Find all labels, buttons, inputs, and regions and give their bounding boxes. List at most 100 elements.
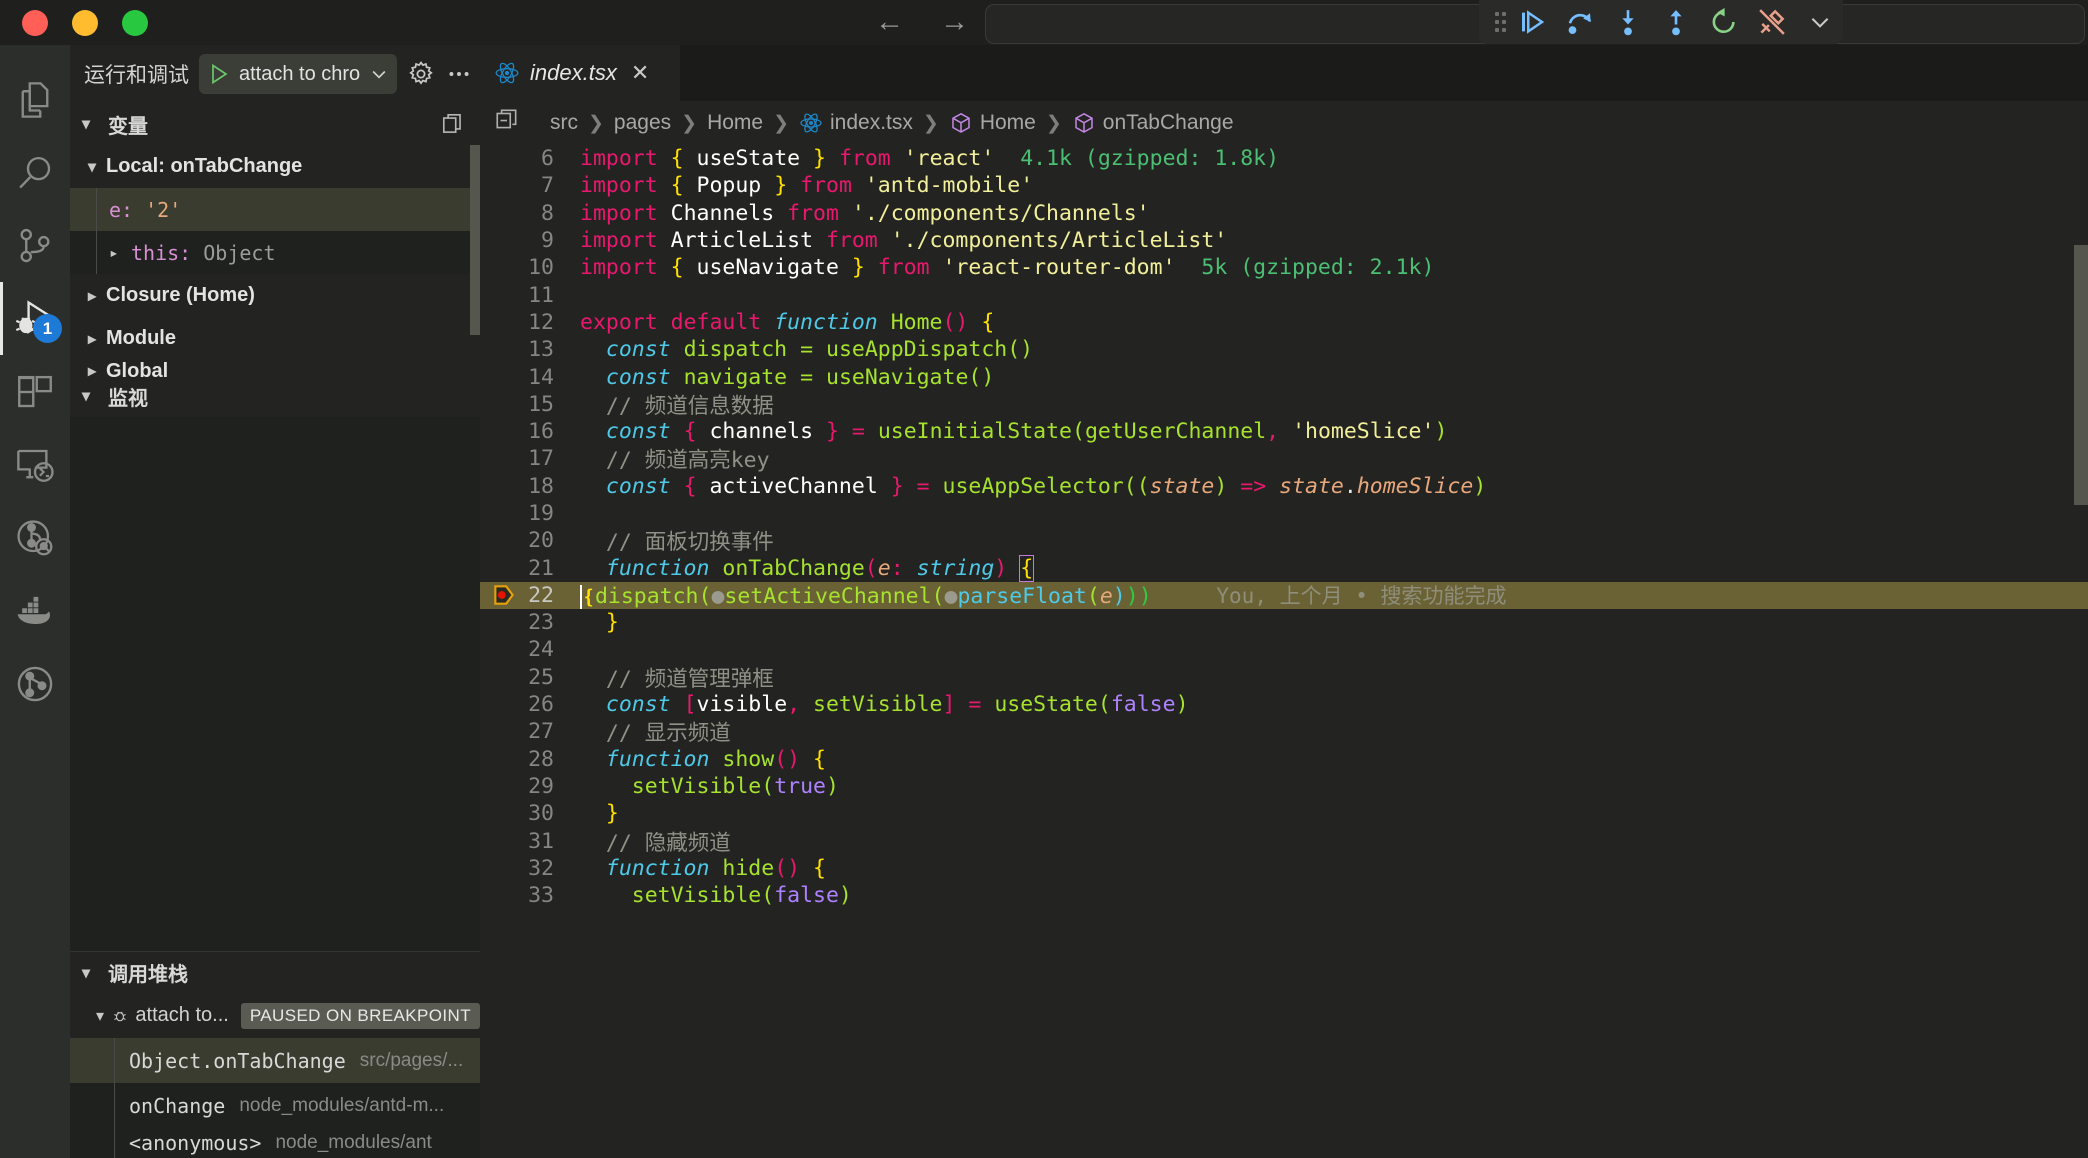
activity-item-search[interactable]: [0, 136, 70, 209]
launch-configuration-select[interactable]: attach to chro: [199, 54, 397, 94]
activity-item-source-control[interactable]: [0, 209, 70, 282]
callstack-tree[interactable]: ▾ attach to... PAUSED ON BREAKPOINT Obje…: [70, 993, 480, 1158]
code-line[interactable]: 20 // 面板切换事件: [480, 527, 2088, 555]
navigate-forward-icon[interactable]: →: [940, 8, 969, 37]
code-line-current[interactable]: 22 ❴dispatch(●setActiveChannel(●parseFloa…: [480, 581, 2088, 610]
close-window-button[interactable]: [22, 9, 48, 36]
code-line[interactable]: 9 import ArticleList from './components/A…: [480, 227, 2088, 254]
callstack-session-row[interactable]: ▾ attach to... PAUSED ON BREAKPOINT: [70, 993, 480, 1038]
copy-icon: [442, 113, 461, 133]
scope-label: Closure (Home): [106, 284, 255, 306]
line-number: 28: [528, 746, 554, 772]
code-line[interactable]: 31 // 隐藏频道: [480, 827, 2088, 856]
chevron-right-icon[interactable]: ▸: [109, 243, 127, 262]
line-number: 29: [528, 773, 554, 799]
code-line[interactable]: 27 // 显示频道: [480, 718, 2088, 746]
line-content: // 隐藏频道: [580, 830, 731, 856]
line-number: 21: [528, 555, 554, 581]
variables-section-header[interactable]: ▾ 变量: [70, 103, 480, 145]
breakpoint-marker[interactable]: [484, 582, 524, 608]
code-line[interactable]: 25 // 频道管理弹框: [480, 664, 2088, 692]
code-line[interactable]: 19: [480, 500, 2088, 527]
activity-item-remote-explorer[interactable]: [0, 428, 70, 501]
debug-step-into-button[interactable]: [1605, 0, 1651, 44]
activity-item-git-lens[interactable]: [0, 647, 70, 720]
code-editor[interactable]: 6 import { useState } from 'react' 4.1k (…: [480, 145, 2088, 1158]
line-content: import { useState } from 'react' 4.1k (g…: [580, 146, 1280, 172]
variables-scrollbar[interactable]: [470, 145, 480, 335]
split-editor-icon[interactable]: [494, 107, 520, 139]
debug-continue-button[interactable]: [1509, 0, 1555, 44]
code-line[interactable]: 30 }: [480, 800, 2088, 827]
breadcrumb-item-src[interactable]: src: [550, 111, 578, 135]
code-line[interactable]: 23 }: [480, 609, 2088, 636]
activity-item-git-graph[interactable]: [0, 501, 70, 574]
code-line[interactable]: 18 const { activeChannel } = useAppSelec…: [480, 473, 2088, 500]
breadcrumb-item-home-folder[interactable]: Home: [707, 111, 763, 135]
debug-disconnect-button[interactable]: [1749, 0, 1795, 44]
activity-item-docker[interactable]: [0, 574, 70, 647]
debug-restart-button[interactable]: [1701, 0, 1747, 44]
callstack-section-header[interactable]: ▾ 调用堆栈: [70, 951, 480, 993]
continue-icon: [1522, 10, 1545, 34]
debug-toolbar[interactable]: [1479, 0, 1843, 44]
debug-step-out-button[interactable]: [1653, 0, 1699, 44]
line-content: import Channels from './components/Chann…: [580, 200, 1150, 226]
watch-list-empty[interactable]: [70, 417, 480, 951]
activity-item-extensions[interactable]: [0, 355, 70, 428]
restart-icon: [1712, 8, 1735, 34]
breadcrumb-item-symbol-home[interactable]: Home: [949, 111, 1036, 135]
callstack-frame-row[interactable]: onChange node_modules/antd-m...: [70, 1083, 480, 1128]
code-line[interactable]: 28 function show() {: [480, 746, 2088, 773]
code-line[interactable]: 8 import Channels from './components/Chan…: [480, 200, 2088, 227]
callstack-frame-row[interactable]: <anonymous> node_modules/ant: [70, 1128, 480, 1158]
maximize-window-button[interactable]: [122, 9, 148, 36]
code-line[interactable]: 16 const { channels } = useInitialState(…: [480, 418, 2088, 445]
callstack-frame-row[interactable]: Object.onTabChange src/pages/...: [70, 1038, 480, 1083]
code-line[interactable]: 11: [480, 281, 2088, 308]
variable-scope-local[interactable]: ▾ Local: onTabChange: [70, 145, 480, 188]
code-line[interactable]: 14 const navigate = useNavigate(): [480, 363, 2088, 390]
code-line[interactable]: 21 function onTabChange(e: string) {: [480, 554, 2088, 582]
debug-toolbar-drag-handle[interactable]: [1487, 0, 1507, 44]
debug-sidebar-header: 运行和调试 attach to chro: [70, 45, 480, 103]
activity-item-run-and-debug[interactable]: 1: [0, 282, 70, 355]
variable-row-this[interactable]: ▸ this: Object: [70, 231, 480, 274]
debug-more-actions-button[interactable]: [1797, 0, 1843, 44]
debug-more-menu-button[interactable]: [445, 57, 473, 91]
variables-copy-action[interactable]: [440, 111, 466, 137]
editor-scrollbar[interactable]: [2074, 245, 2088, 505]
variables-tree[interactable]: ▾ Local: onTabChange e: '2' ▸ this: Obje…: [70, 145, 480, 382]
variable-scope-module[interactable]: ▸ Module: [70, 317, 480, 360]
line-number: 16: [528, 419, 554, 445]
debug-step-over-button[interactable]: [1557, 0, 1603, 44]
code-line[interactable]: 13 const dispatch = useAppDispatch(): [480, 336, 2088, 363]
breadcrumb-label: pages: [613, 111, 672, 134]
breadcrumb-item-symbol-ontabchange[interactable]: onTabChange: [1072, 111, 1234, 135]
code-line[interactable]: 33 setVisible(false): [480, 882, 2088, 909]
variable-row-e[interactable]: e: '2': [70, 188, 480, 231]
code-line[interactable]: 29 setVisible(true): [480, 773, 2088, 800]
code-line[interactable]: 12 export default function Home() {: [480, 309, 2088, 336]
code-line[interactable]: 24: [480, 636, 2088, 663]
breadcrumb-item-index-tsx[interactable]: index.tsx: [799, 111, 913, 135]
navigate-back-icon[interactable]: ←: [875, 8, 904, 37]
code-line[interactable]: 32 function hide() {: [480, 855, 2088, 882]
breadcrumb-item-pages[interactable]: pages: [614, 111, 671, 135]
chevron-down-icon: ▾: [88, 158, 97, 176]
variable-value: '2': [145, 197, 182, 222]
code-line[interactable]: 15 // 频道信息数据: [480, 391, 2088, 419]
code-line[interactable]: 6 import { useState } from 'react' 4.1k (…: [480, 145, 2088, 172]
activity-item-explorer[interactable]: [0, 63, 70, 136]
variable-scope-closure[interactable]: ▸ Closure (Home): [70, 274, 480, 317]
editor-tab-index-tsx[interactable]: index.tsx ✕: [480, 45, 680, 101]
code-line[interactable]: 10 import { useNavigate } from 'react-rou…: [480, 254, 2088, 281]
code-line[interactable]: 26 const [visible, setVisible] = useStat…: [480, 691, 2088, 718]
minimize-window-button[interactable]: [72, 9, 98, 36]
close-icon[interactable]: ✕: [631, 60, 649, 86]
code-line[interactable]: 17 // 频道高亮key: [480, 445, 2088, 473]
code-line[interactable]: 7 import { Popup } from 'antd-mobile': [480, 172, 2088, 199]
activity-bar: 1: [0, 45, 70, 1158]
watch-section-header[interactable]: ▾ 监视: [70, 375, 480, 417]
open-launch-json-button[interactable]: [407, 57, 435, 91]
